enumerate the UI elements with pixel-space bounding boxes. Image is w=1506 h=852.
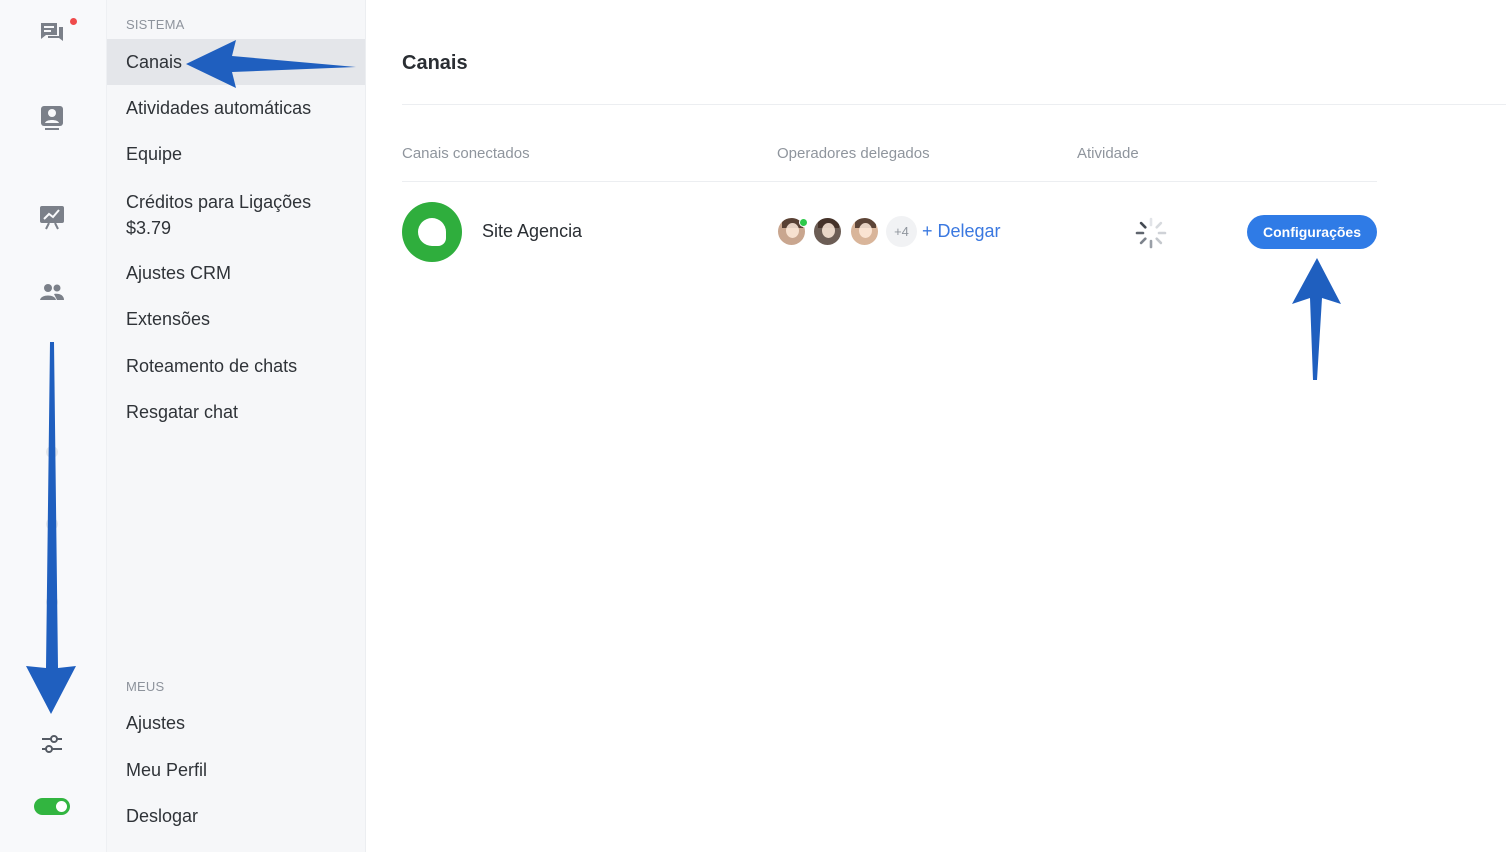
chart-board-icon[interactable] <box>36 201 68 233</box>
menu-item-creditos[interactable]: Créditos para Ligações $3.79 <box>107 189 365 241</box>
faded-icon <box>46 446 58 458</box>
online-indicator <box>799 218 808 227</box>
channel-logo-icon <box>402 202 462 262</box>
menu-item-ajustes[interactable]: Ajustes <box>107 711 365 735</box>
menu-item-equipe[interactable]: Equipe <box>107 142 365 166</box>
column-header-channels: Canais conectados <box>402 145 530 162</box>
menu-item-deslogar[interactable]: Deslogar <box>107 804 365 828</box>
menu-item-label: Ajustes CRM <box>126 263 232 283</box>
sliders-icon[interactable] <box>36 728 68 760</box>
column-header-operators: Operadores delegados <box>777 145 930 162</box>
menu-item-label: Equipe <box>126 144 183 164</box>
menu-item-resgatar[interactable]: Resgatar chat <box>107 400 365 424</box>
menu-item-label: Roteamento de chats <box>126 356 298 376</box>
more-operators-badge[interactable]: +4 <box>886 216 917 247</box>
main-content: Canais Canais conectados Operadores dele… <box>366 0 1506 852</box>
avatar[interactable] <box>849 216 880 247</box>
settings-menu: SISTEMA Canais Atividades automáticas Eq… <box>107 0 366 852</box>
faded-icon <box>46 660 58 672</box>
faded-icon <box>46 518 58 530</box>
divider <box>402 181 1377 182</box>
menu-item-label: Deslogar <box>126 806 199 826</box>
status-toggle[interactable] <box>34 798 70 815</box>
menu-item-roteamento[interactable]: Roteamento de chats <box>107 354 365 378</box>
page-title: Canais <box>402 52 468 74</box>
team-icon[interactable] <box>36 276 68 308</box>
notification-dot <box>70 18 77 25</box>
menu-item-label: Extensões <box>126 309 211 329</box>
loading-spinner-icon <box>1134 216 1168 250</box>
channel-name: Site Agencia <box>482 221 583 241</box>
menu-item-label: Meu Perfil <box>126 760 208 780</box>
section-label-mine: MEUS <box>126 679 165 694</box>
menu-item-canais[interactable]: Canais <box>107 39 365 85</box>
menu-item-ajustes-crm[interactable]: Ajustes CRM <box>107 261 365 285</box>
divider <box>402 104 1506 105</box>
menu-item-atividades[interactable]: Atividades automáticas <box>107 96 365 120</box>
faded-icon <box>46 596 58 608</box>
icon-rail <box>0 0 107 852</box>
settings-button[interactable]: Configurações <box>1247 215 1377 249</box>
column-header-activity: Atividade <box>1077 145 1139 162</box>
menu-item-label: Ajustes <box>126 713 186 733</box>
chat-icon[interactable] <box>36 17 68 49</box>
section-label-system: SISTEMA <box>126 17 185 32</box>
credit-balance: $3.79 <box>126 218 172 238</box>
menu-item-label: Créditos para Ligações <box>126 192 312 212</box>
menu-item-label: Atividades automáticas <box>126 98 312 118</box>
menu-item-meu-perfil[interactable]: Meu Perfil <box>107 758 365 782</box>
delegate-link[interactable]: + Delegar <box>922 221 1001 242</box>
menu-item-label: Resgatar chat <box>126 402 239 422</box>
menu-item-extensoes[interactable]: Extensões <box>107 307 365 331</box>
avatar[interactable] <box>812 216 843 247</box>
contact-card-icon[interactable] <box>36 102 68 134</box>
menu-item-label: Canais <box>126 52 183 72</box>
